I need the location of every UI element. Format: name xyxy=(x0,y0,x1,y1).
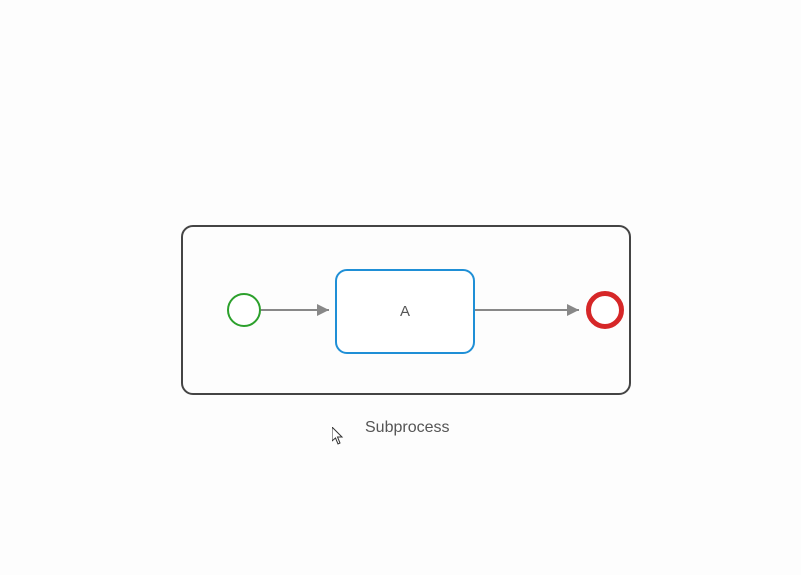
end-event[interactable] xyxy=(586,291,624,329)
task-a[interactable]: A xyxy=(335,269,475,354)
sequence-flow-1[interactable] xyxy=(261,303,337,317)
start-event[interactable] xyxy=(227,293,261,327)
subprocess-label: Subprocess xyxy=(365,419,450,437)
task-label: A xyxy=(400,303,410,320)
diagram-canvas[interactable]: A Subprocess xyxy=(0,0,801,575)
sequence-flow-2[interactable] xyxy=(475,303,587,317)
cursor-icon xyxy=(332,427,344,445)
